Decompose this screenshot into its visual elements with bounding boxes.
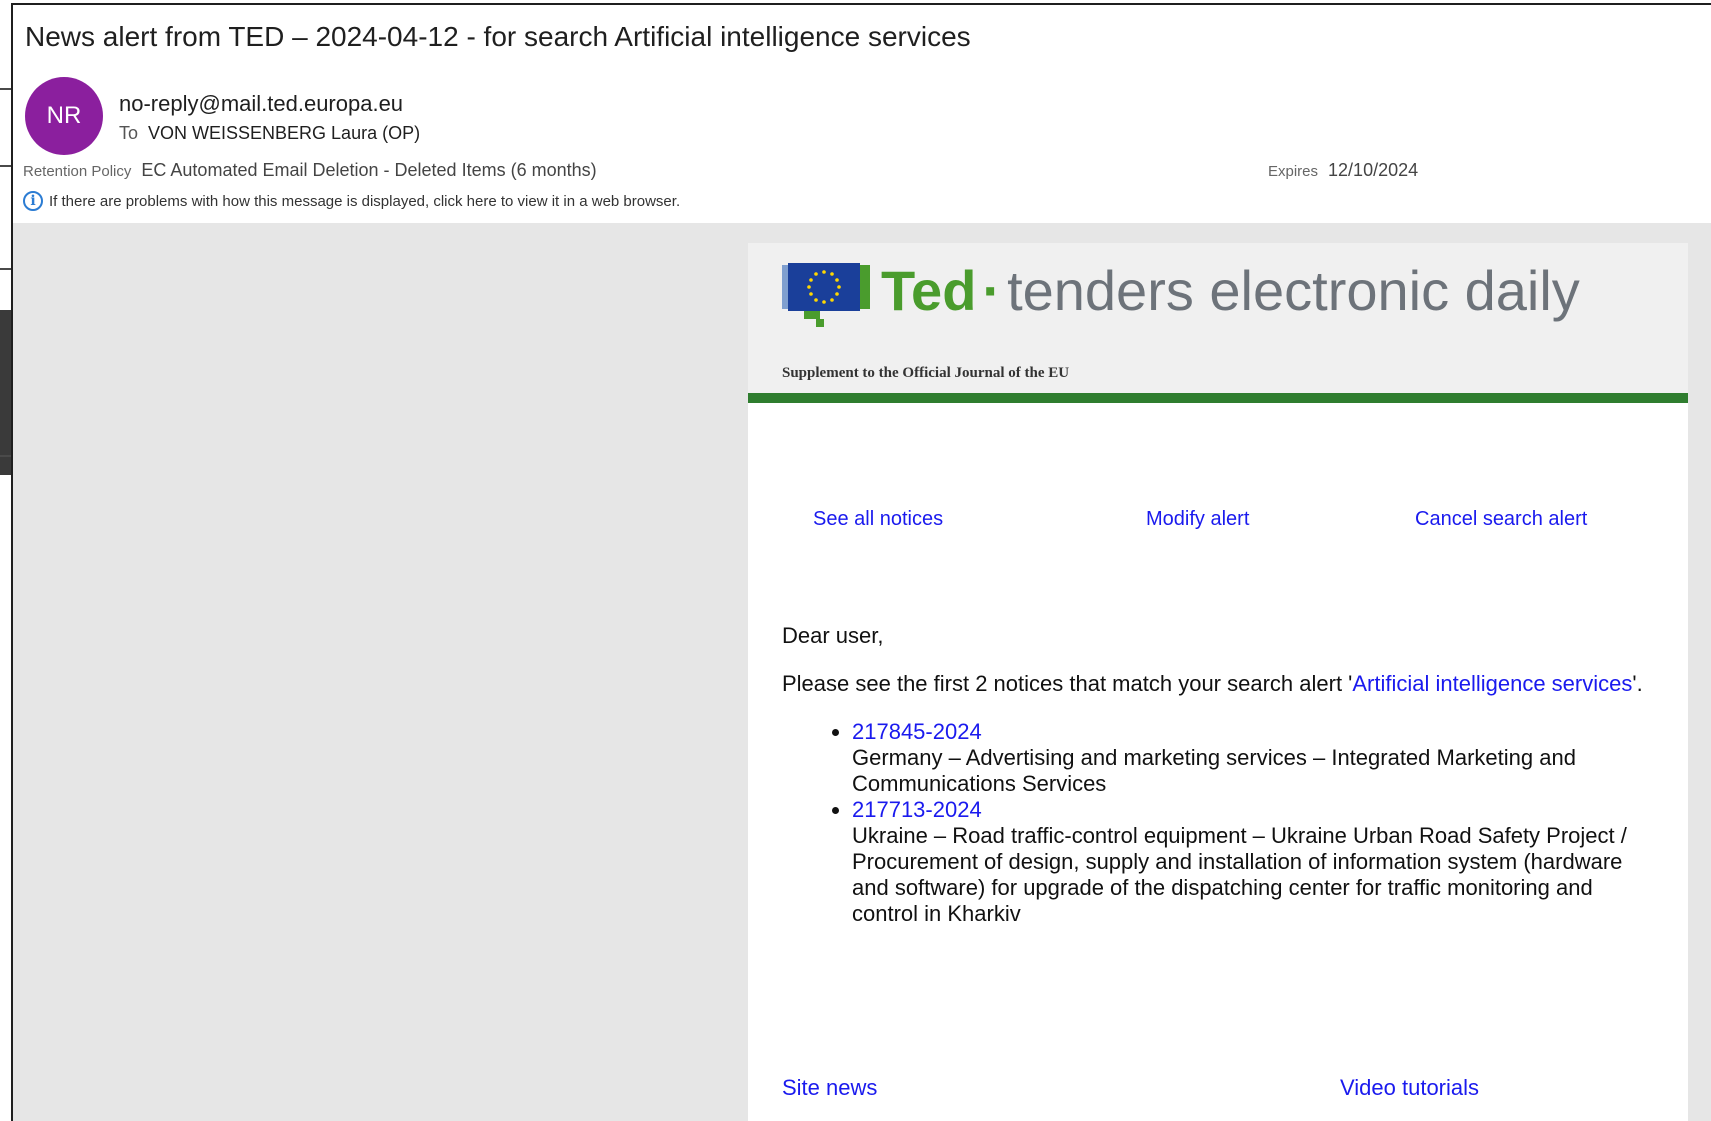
background-dark-panel <box>0 310 11 475</box>
video-tutorials-link[interactable]: Video tutorials <box>1340 1075 1479 1101</box>
brand-name: Ted <box>881 259 977 322</box>
notice-list: 217845-2024 Germany – Advertising and ma… <box>782 719 1662 927</box>
modify-alert-link[interactable]: Modify alert <box>1146 508 1249 531</box>
brand-separator: · <box>982 259 1002 322</box>
email-reading-pane: News alert from TED – 2024-04-12 - for s… <box>11 3 1711 1121</box>
avatar-initials: NR <box>46 102 82 129</box>
notice-description: Germany – Advertising and marketing serv… <box>852 745 1576 796</box>
eu-flag-speech-icon <box>782 263 870 327</box>
recipient-name[interactable]: VON WEISSENBERG Laura (OP) <box>148 123 420 143</box>
banner-divider <box>748 393 1688 403</box>
retention-value: EC Automated Email Deletion - Deleted It… <box>141 160 597 180</box>
message-body: Ted · tenders electronic daily Supplement … <box>13 223 1711 1121</box>
retention-policy: Retention Policy EC Automated Email Delet… <box>23 160 597 181</box>
recipient-line: To VON WEISSENBERG Laura (OP) <box>119 123 420 144</box>
notice-item: 217845-2024 Germany – Advertising and ma… <box>852 719 1662 797</box>
intro-end: '. <box>1632 671 1643 696</box>
see-all-notices-link[interactable]: See all notices <box>813 508 943 531</box>
ted-email: Ted · tenders electronic daily Supplement … <box>748 243 1688 1121</box>
cancel-search-alert-link[interactable]: Cancel search alert <box>1415 508 1587 531</box>
retention-label: Retention Policy <box>23 163 132 180</box>
sender-address[interactable]: no-reply@mail.ted.europa.eu <box>119 91 403 117</box>
notice-link[interactable]: 217845-2024 <box>852 719 982 744</box>
email-subject: News alert from TED – 2024-04-12 - for s… <box>25 21 971 52</box>
ted-banner: Ted · tenders electronic daily Supplement … <box>748 243 1688 393</box>
notice-link[interactable]: 217713-2024 <box>852 797 982 822</box>
supplement-caption: Supplement to the Official Journal of th… <box>782 365 1070 381</box>
sender-avatar[interactable]: NR <box>25 77 103 155</box>
expires-label: Expires <box>1268 163 1319 180</box>
background-divider <box>0 165 11 167</box>
info-icon: i <box>23 191 43 211</box>
expires-value: 12/10/2024 <box>1328 160 1419 180</box>
email-content: Dear user, Please see the first 2 notice… <box>782 623 1662 927</box>
to-label: To <box>119 123 139 143</box>
brand-tagline: tenders electronic daily <box>1007 259 1580 322</box>
ted-logo-text: Ted · tenders electronic daily <box>881 263 1580 319</box>
greeting: Dear user, <box>782 623 884 648</box>
notice-item: 217713-2024 Ukraine – Road traffic-contr… <box>852 797 1662 927</box>
expiry-info: Expires 12/10/2024 <box>1268 160 1418 181</box>
background-divider <box>0 455 11 457</box>
info-text[interactable]: If there are problems with how this mess… <box>49 193 680 210</box>
background-divider <box>0 268 11 270</box>
intro-paragraph: Please see the first 2 notices that matc… <box>782 671 1662 697</box>
info-bar[interactable]: i If there are problems with how this me… <box>23 191 680 211</box>
intro-text: Please see the first 2 notices that matc… <box>782 671 1353 696</box>
search-alert-link[interactable]: Artificial intelligence services <box>1352 671 1632 696</box>
notice-description: Ukraine – Road traffic-control equipment… <box>852 823 1627 926</box>
site-news-link[interactable]: Site news <box>782 1075 877 1101</box>
background-divider <box>0 88 11 90</box>
background-window-edge <box>0 0 11 1119</box>
